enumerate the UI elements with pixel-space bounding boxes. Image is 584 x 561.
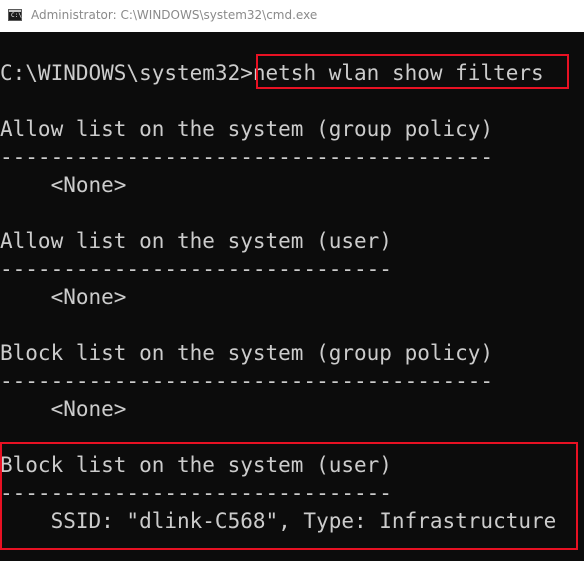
window-title: Administrator: C:\WINDOWS\system32\cmd.e… [31, 8, 318, 22]
block-list-group-policy-value: <None> [0, 397, 127, 421]
separator-line: ------------------------------- [0, 257, 392, 281]
prompt: C:\WINDOWS\system32> [0, 61, 253, 85]
cmd-icon[interactable]: C:\_ [8, 9, 26, 21]
block-list-group-policy-heading: Block list on the system (group policy) [0, 341, 494, 365]
command-highlight-box [256, 54, 569, 89]
allow-list-user-value: <None> [0, 285, 127, 309]
allow-list-group-policy-heading: Allow list on the system (group policy) [0, 117, 494, 141]
allow-list-user-heading: Allow list on the system (user) [0, 229, 392, 253]
allow-list-group-policy-value: <None> [0, 173, 127, 197]
separator-line: --------------------------------------- [0, 145, 494, 169]
cmd-icon-label: C:\_ [11, 12, 26, 19]
block-list-user-highlight-box [0, 442, 578, 550]
console-output[interactable]: C:\WINDOWS\system32>netsh wlan show filt… [0, 32, 584, 561]
separator-line: --------------------------------------- [0, 369, 494, 393]
title-bar[interactable]: C:\_ Administrator: C:\WINDOWS\system32\… [0, 0, 584, 32]
